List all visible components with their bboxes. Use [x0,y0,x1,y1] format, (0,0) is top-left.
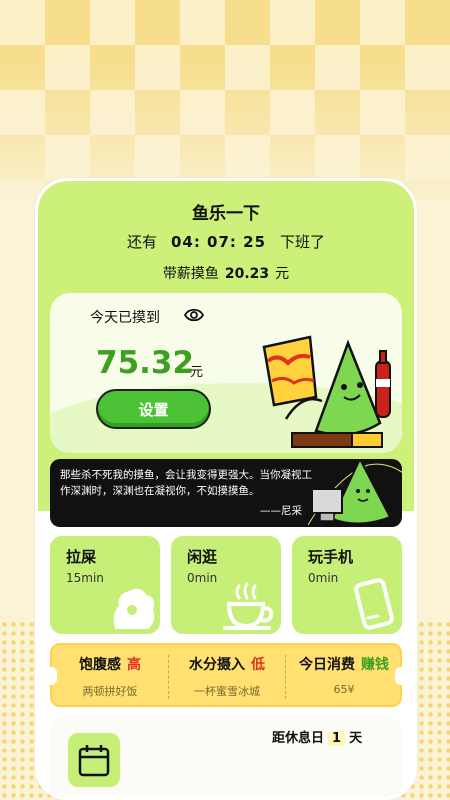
stat-level: 低 [251,657,265,673]
settings-button[interactable]: 设置 [96,389,211,429]
salary-unit: 元 [275,266,290,282]
salary-label: 带薪摸鱼 [162,266,219,282]
activity-card-stroll[interactable]: 闲逛 0min [171,536,281,634]
mascot-at-computer-illustration [308,459,402,526]
stat-sub: 一杯蜜雪冰城 [194,685,260,698]
main-card: 鱼乐一下 还有 04: 07: 25 下班了 带薪摸鱼 20.23 元 今天已摸到 75… [35,178,417,800]
rest-day-unit: 天 [349,731,363,746]
countdown-prefix: 还有 [126,233,157,251]
stat-sub: 两顿拼好饭 [82,685,138,698]
toilet-paper-icon [113,588,155,629]
rest-day-countdown: 距休息日 1 天 [272,727,362,746]
activity-name: 玩手机 [308,548,354,566]
earnings-panel: 今天已摸到 75.32 元 设置 [50,293,402,453]
paid-slacking-row: 带薪摸鱼 20.23 元 [38,263,414,283]
activity-name: 拉屎 [66,548,97,566]
stat-label: 饱腹感 [79,657,121,673]
stat-water: 水分摄入低 一杯蜜雪冰城 [169,645,285,709]
quote-author: ——尼采 [260,505,302,517]
today-label: 今天已摸到 [90,310,160,326]
off-work-countdown: 还有 04: 07: 25 下班了 [38,231,414,252]
countdown-suffix: 下班了 [280,233,326,251]
activity-card-phone[interactable]: 玩手机 0min [292,536,402,634]
countdown-time: 04: 07: 25 [170,233,267,251]
quote-banner: 那些杀不死我的摸鱼，会让我变得更强大。当你凝视工作深渊时，深渊也在凝视你，不如摸… [50,459,402,527]
calendar-icon [68,733,120,787]
activity-time: 0min [187,571,218,585]
activity-name: 闲逛 [187,548,218,566]
rest-day-days: 1 [328,731,346,746]
app-title: 鱼乐一下 [192,204,260,224]
stat-label: 今日消费 [299,657,355,673]
rest-day-label: 距休息日 [272,731,325,746]
today-amount-unit: 元 [190,365,204,380]
stat-label: 水分摄入 [189,657,245,673]
phone-icon [354,578,394,630]
activity-time: 15min [66,571,104,585]
eye-icon[interactable] [184,306,204,324]
stat-level: 赚钱 [361,657,389,673]
daily-stats-ticket: 饱腹感高 两顿拼好饭 水分摄入低 一杯蜜雪冰城 今日消费 赚钱 65¥ [45,643,407,709]
today-amount: 75.32 [96,345,195,381]
stat-satiety: 饱腹感高 两顿拼好饭 [52,645,168,709]
rest-day-panel: 距休息日 1 天 [50,717,402,797]
stat-spending: 今日消费 赚钱 65¥ [286,645,402,709]
salary-value: 20.23 [224,266,270,282]
stat-level: 高 [127,657,141,673]
activity-time: 0min [308,571,339,585]
coffee-cup-icon [223,582,274,630]
activity-cards: 拉屎 15min 闲逛 0min 玩手机 0min [50,536,402,634]
quote-text: 那些杀不死我的摸鱼，会让我变得更强大。当你凝视工作深渊时，深渊也在凝视你，不如摸… [60,469,312,497]
mascot-with-snacks-illustration [262,335,391,448]
stat-sub: 65¥ [333,683,355,696]
activity-card-toilet[interactable]: 拉屎 15min [50,536,160,634]
